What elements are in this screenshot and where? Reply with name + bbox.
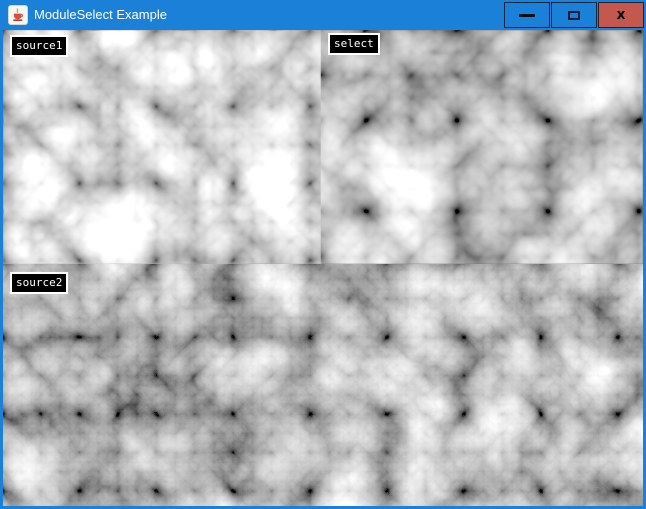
noise-image [3, 30, 643, 506]
maximize-button[interactable] [551, 2, 597, 28]
titlebar[interactable]: ModuleSelect Example x [0, 0, 646, 30]
label-source2: source2 [10, 272, 68, 294]
close-button[interactable]: x [598, 2, 644, 28]
minimize-button[interactable] [504, 2, 550, 28]
close-icon: x [616, 8, 625, 22]
window-title: ModuleSelect Example [34, 0, 167, 30]
noise-render-canvas: source1 select source2 [3, 30, 643, 506]
label-source1: source1 [10, 35, 68, 57]
maximize-icon [568, 11, 580, 20]
java-coffee-cup-icon [8, 5, 28, 25]
app-window: ModuleSelect Example x [0, 0, 646, 509]
minimize-icon [519, 14, 535, 17]
label-select: select [328, 33, 380, 55]
